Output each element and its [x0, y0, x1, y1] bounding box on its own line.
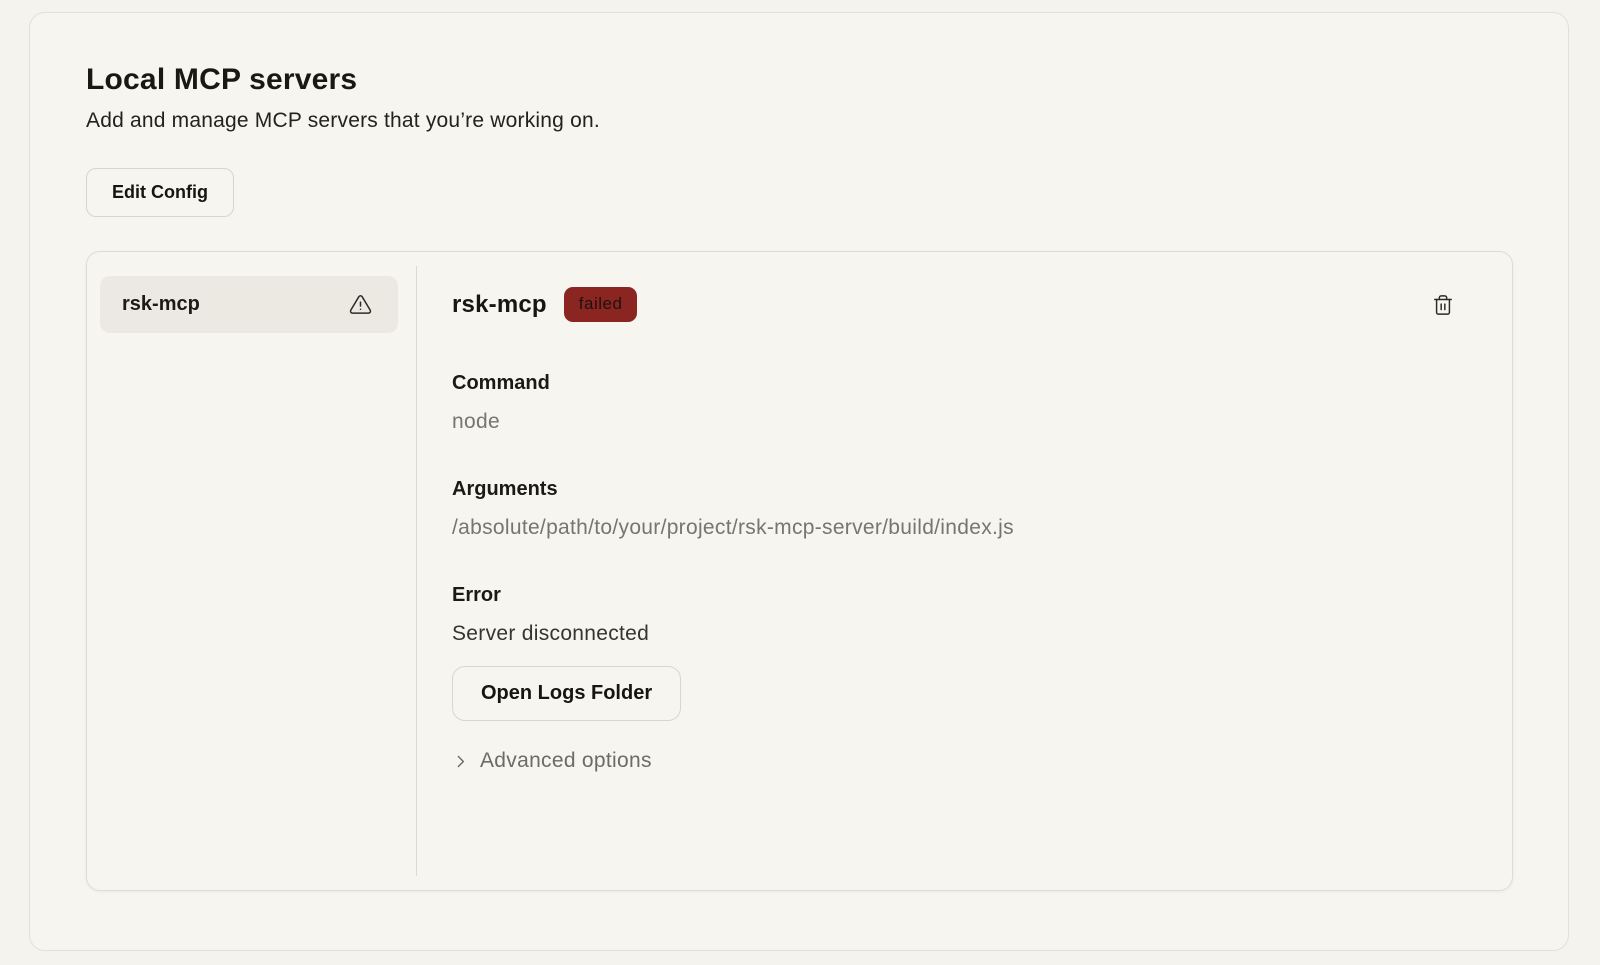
server-detail: rsk-mcp failed Command	[416, 252, 1512, 890]
error-label: Error	[452, 584, 1456, 607]
settings-card: Local MCP servers Add and manage MCP ser…	[29, 12, 1569, 951]
advanced-options-toggle[interactable]: Advanced options	[452, 749, 652, 773]
advanced-options-label: Advanced options	[480, 749, 652, 773]
page-subtitle: Add and manage MCP servers that you’re w…	[86, 109, 1513, 133]
chevron-right-icon	[452, 753, 469, 770]
open-logs-folder-button[interactable]: Open Logs Folder	[452, 666, 681, 721]
arguments-section: Arguments /absolute/path/to/your/project…	[452, 478, 1456, 540]
status-badge: failed	[564, 287, 638, 322]
error-value: Server disconnected	[452, 622, 1456, 646]
error-section: Error Server disconnected Open Logs Fold…	[452, 584, 1456, 721]
trash-icon	[1432, 293, 1454, 317]
command-label: Command	[452, 372, 1456, 395]
page-title: Local MCP servers	[86, 63, 1513, 97]
server-list: rsk-mcp	[87, 252, 416, 890]
edit-config-button[interactable]: Edit Config	[86, 168, 234, 217]
server-name: rsk-mcp	[452, 291, 547, 319]
delete-server-button[interactable]	[1430, 291, 1456, 319]
command-value: node	[452, 410, 1456, 434]
arguments-value: /absolute/path/to/your/project/rsk-mcp-s…	[452, 516, 1456, 540]
panel-divider	[416, 266, 417, 876]
server-detail-header: rsk-mcp failed	[452, 287, 1456, 322]
arguments-label: Arguments	[452, 478, 1456, 501]
command-section: Command node	[452, 372, 1456, 434]
servers-panel: rsk-mcp rsk-mcp failed	[86, 251, 1513, 891]
warning-triangle-icon	[349, 293, 372, 316]
server-list-item-rsk-mcp[interactable]: rsk-mcp	[100, 276, 398, 333]
server-list-item-name: rsk-mcp	[122, 293, 200, 316]
